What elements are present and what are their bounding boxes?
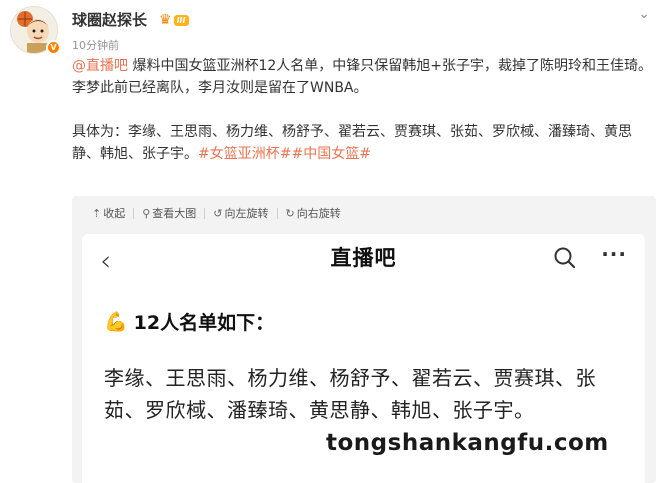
toolbar-divider (204, 207, 206, 219)
rotate-left-label: 向左旋转 (224, 207, 269, 220)
post-timestamp[interactable]: 10分钟前 (72, 37, 119, 53)
flexed-biceps-icon: 💪 (104, 311, 128, 333)
search-icon (553, 246, 577, 274)
more-icon: ··· (601, 242, 627, 266)
rotate-right-icon: ↻ (285, 206, 295, 220)
hashtag-links[interactable]: #女篮亚洲杯##中国女篮# (198, 146, 371, 162)
username[interactable]: 球圈赵探长 (72, 9, 147, 30)
toolbar-divider (133, 207, 135, 219)
collapse-button[interactable]: ⇡ 收起 (92, 205, 125, 221)
image-heading-text: 12人名单如下： (133, 312, 275, 334)
member-badge[interactable]: ♛ III (159, 11, 197, 29)
post-paragraph-2: 具体为：李缘、王思雨、杨力维、杨舒予、翟若云、贾赛琪、张茹、罗欣棫、潘臻琦、黄思… (72, 121, 656, 165)
rotate-left-icon: ↺ (213, 206, 223, 220)
rotate-left-button[interactable]: ↺ 向左旋转 (213, 205, 268, 221)
rotate-right-button[interactable]: ↻ 向右旋转 (286, 205, 341, 221)
post-paragraph-1: @直播吧 爆料中国女篮亚洲杯12人名单，中锋只保留韩旭+张子宇，裁掉了陈明玲和王… (72, 55, 656, 99)
image-heading: 💪 12人名单如下： (104, 308, 274, 335)
collapse-icon: ⇡ (92, 206, 102, 220)
post-body: @直播吧 爆料中国女篮亚洲杯12人名单，中锋只保留韩旭+张子宇，裁掉了陈明玲和王… (72, 55, 656, 187)
verified-badge-icon: V (46, 40, 61, 55)
search-icon: ⚲ (142, 206, 151, 220)
watermark: tongshankangfu.com (326, 430, 609, 456)
crown-icon: ♛ (159, 12, 172, 28)
view-large-button[interactable]: ⚲ 查看大图 (142, 205, 196, 221)
image-roster-text: 李缘、王思雨、杨力维、杨舒予、翟若云、贾赛琪、张茹、罗欣棫、潘臻琦、黄思静、韩旭… (104, 366, 596, 422)
mention-link[interactable]: @直播吧 (72, 58, 128, 74)
rotate-right-label: 向右旋转 (296, 207, 341, 220)
post-line-1: 爆料中国女篮亚洲杯12人名单，中锋只保留韩旭+张子宇，裁掉了陈明玲和王佳琦。李梦… (72, 58, 652, 96)
collapse-label: 收起 (103, 207, 126, 220)
image-toolbar: ⇡ 收起 ⚲ 查看大图 ↺ 向左旋转 ↻ 向右旋转 (72, 196, 656, 230)
badge-level: III (173, 14, 189, 26)
chevron-down-icon[interactable]: ⌄ (638, 6, 650, 22)
toolbar-divider (276, 207, 278, 219)
view-large-label: 查看大图 (152, 207, 197, 220)
